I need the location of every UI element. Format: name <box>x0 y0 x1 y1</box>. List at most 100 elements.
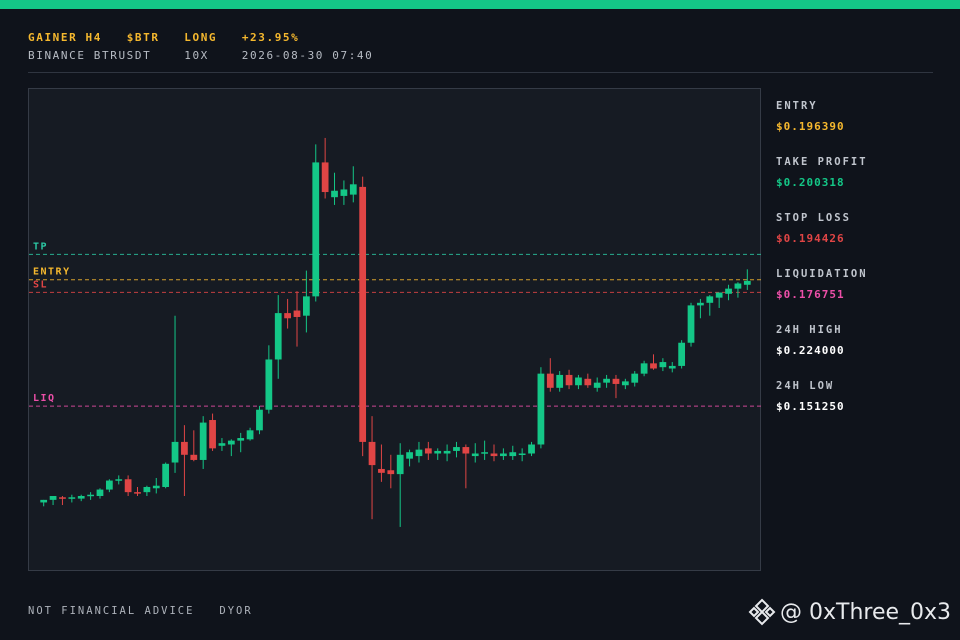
candle-body <box>378 468 385 473</box>
candle-body <box>471 453 479 457</box>
candle <box>687 302 695 347</box>
candle-body <box>715 292 723 298</box>
stat-value: $0.151250 <box>776 400 845 413</box>
level-label-liq: LIQ <box>33 393 56 404</box>
stat-take-profit: TAKE PROFIT $0.200318 <box>776 156 946 212</box>
candle <box>434 448 442 460</box>
candle-body <box>687 305 695 343</box>
candle <box>171 315 179 473</box>
candle-body <box>77 496 85 499</box>
candle <box>59 496 66 506</box>
candle <box>181 425 188 497</box>
candle <box>387 454 395 489</box>
candle <box>293 291 301 347</box>
candle <box>697 298 704 319</box>
price-chart[interactable]: TP ENTRY SL LIQ <box>28 88 762 571</box>
candle <box>584 373 592 388</box>
candle-body <box>134 492 141 494</box>
candle-body <box>743 280 751 285</box>
candle-body <box>340 189 348 196</box>
candle-body <box>424 448 432 454</box>
candle-body <box>509 452 517 457</box>
stat-liquidation: LIQUIDATION $0.176751 <box>776 268 946 324</box>
disclaimer: NOT FINANCIAL ADVICE DYOR <box>28 605 253 617</box>
candle-body <box>143 486 151 493</box>
candle-body <box>546 373 554 388</box>
candle <box>621 378 629 390</box>
candle <box>115 475 123 485</box>
candle <box>490 444 498 462</box>
candle <box>715 292 723 308</box>
stat-24h-low: 24H LOW $0.151250 <box>776 380 946 436</box>
candle-body <box>640 363 648 374</box>
disclaimer-text: NOT FINANCIAL ADVICE <box>28 605 195 617</box>
candle-body <box>734 283 742 289</box>
candle <box>678 340 686 369</box>
candle <box>190 430 198 462</box>
level-label-sl: SL <box>33 279 48 290</box>
candle-body <box>490 453 498 457</box>
stat-value: $0.196390 <box>776 120 845 133</box>
stat-24h-high: 24H HIGH $0.224000 <box>776 324 946 380</box>
change-percent: +23.95% <box>241 31 300 44</box>
candle-body <box>659 362 667 368</box>
candle-body <box>105 480 113 490</box>
candle <box>575 374 582 390</box>
candle <box>246 427 254 441</box>
candle <box>227 439 235 457</box>
stat-value: $0.224000 <box>776 344 845 357</box>
candle-body <box>396 454 404 475</box>
candle <box>668 362 676 373</box>
candle-body <box>725 288 732 294</box>
timestamp: 2026-08-30 07:40 <box>241 49 374 62</box>
candle <box>218 438 226 451</box>
candle <box>650 354 657 370</box>
top-accent-bar <box>0 0 960 9</box>
candle-body <box>528 444 535 454</box>
candle <box>565 369 573 390</box>
candle-body <box>96 489 104 497</box>
candle <box>49 496 57 506</box>
stat-label: STOP LOSS <box>776 212 851 224</box>
candle-body <box>668 365 676 369</box>
candle <box>640 360 648 377</box>
candle-body <box>199 422 207 460</box>
stat-value: $0.176751 <box>776 288 845 301</box>
candle <box>500 448 507 460</box>
watermark-handle: @ 0xThree_0x3 <box>780 599 952 625</box>
candle <box>659 358 667 372</box>
candle-body <box>181 441 188 455</box>
candle <box>378 444 385 482</box>
candle-body <box>697 302 704 306</box>
candle-body <box>321 162 329 193</box>
level-label-tp: TP <box>33 241 48 252</box>
candle <box>199 416 207 469</box>
candle <box>331 172 338 205</box>
candle <box>481 440 489 460</box>
candle <box>462 444 470 489</box>
candle-body <box>678 342 686 366</box>
candle-body <box>481 452 489 454</box>
exchange-pair: BINANCE BTRUSDT <box>28 49 152 62</box>
ticker: $BTR <box>126 31 160 44</box>
signal-subheader: BINANCE BTRUSDT 10X 2026-08-30 07:40 <box>28 49 373 62</box>
level-label-entry: ENTRY <box>33 267 71 278</box>
candle <box>40 499 48 507</box>
candle-body <box>462 447 470 454</box>
candle-body <box>500 453 507 457</box>
candle <box>237 432 245 453</box>
stat-label: TAKE PROFIT <box>776 156 868 168</box>
candle-body <box>349 184 357 195</box>
candle <box>593 377 601 392</box>
candle-body <box>227 440 235 445</box>
candle <box>725 284 732 301</box>
candle <box>546 358 554 392</box>
candle-body <box>368 441 376 466</box>
candle-body <box>256 409 263 431</box>
header-divider <box>28 72 933 73</box>
candle-body <box>40 499 48 503</box>
candle-body <box>152 485 160 489</box>
candle-body <box>575 377 582 386</box>
candle-body <box>650 363 657 369</box>
candle <box>105 479 113 493</box>
